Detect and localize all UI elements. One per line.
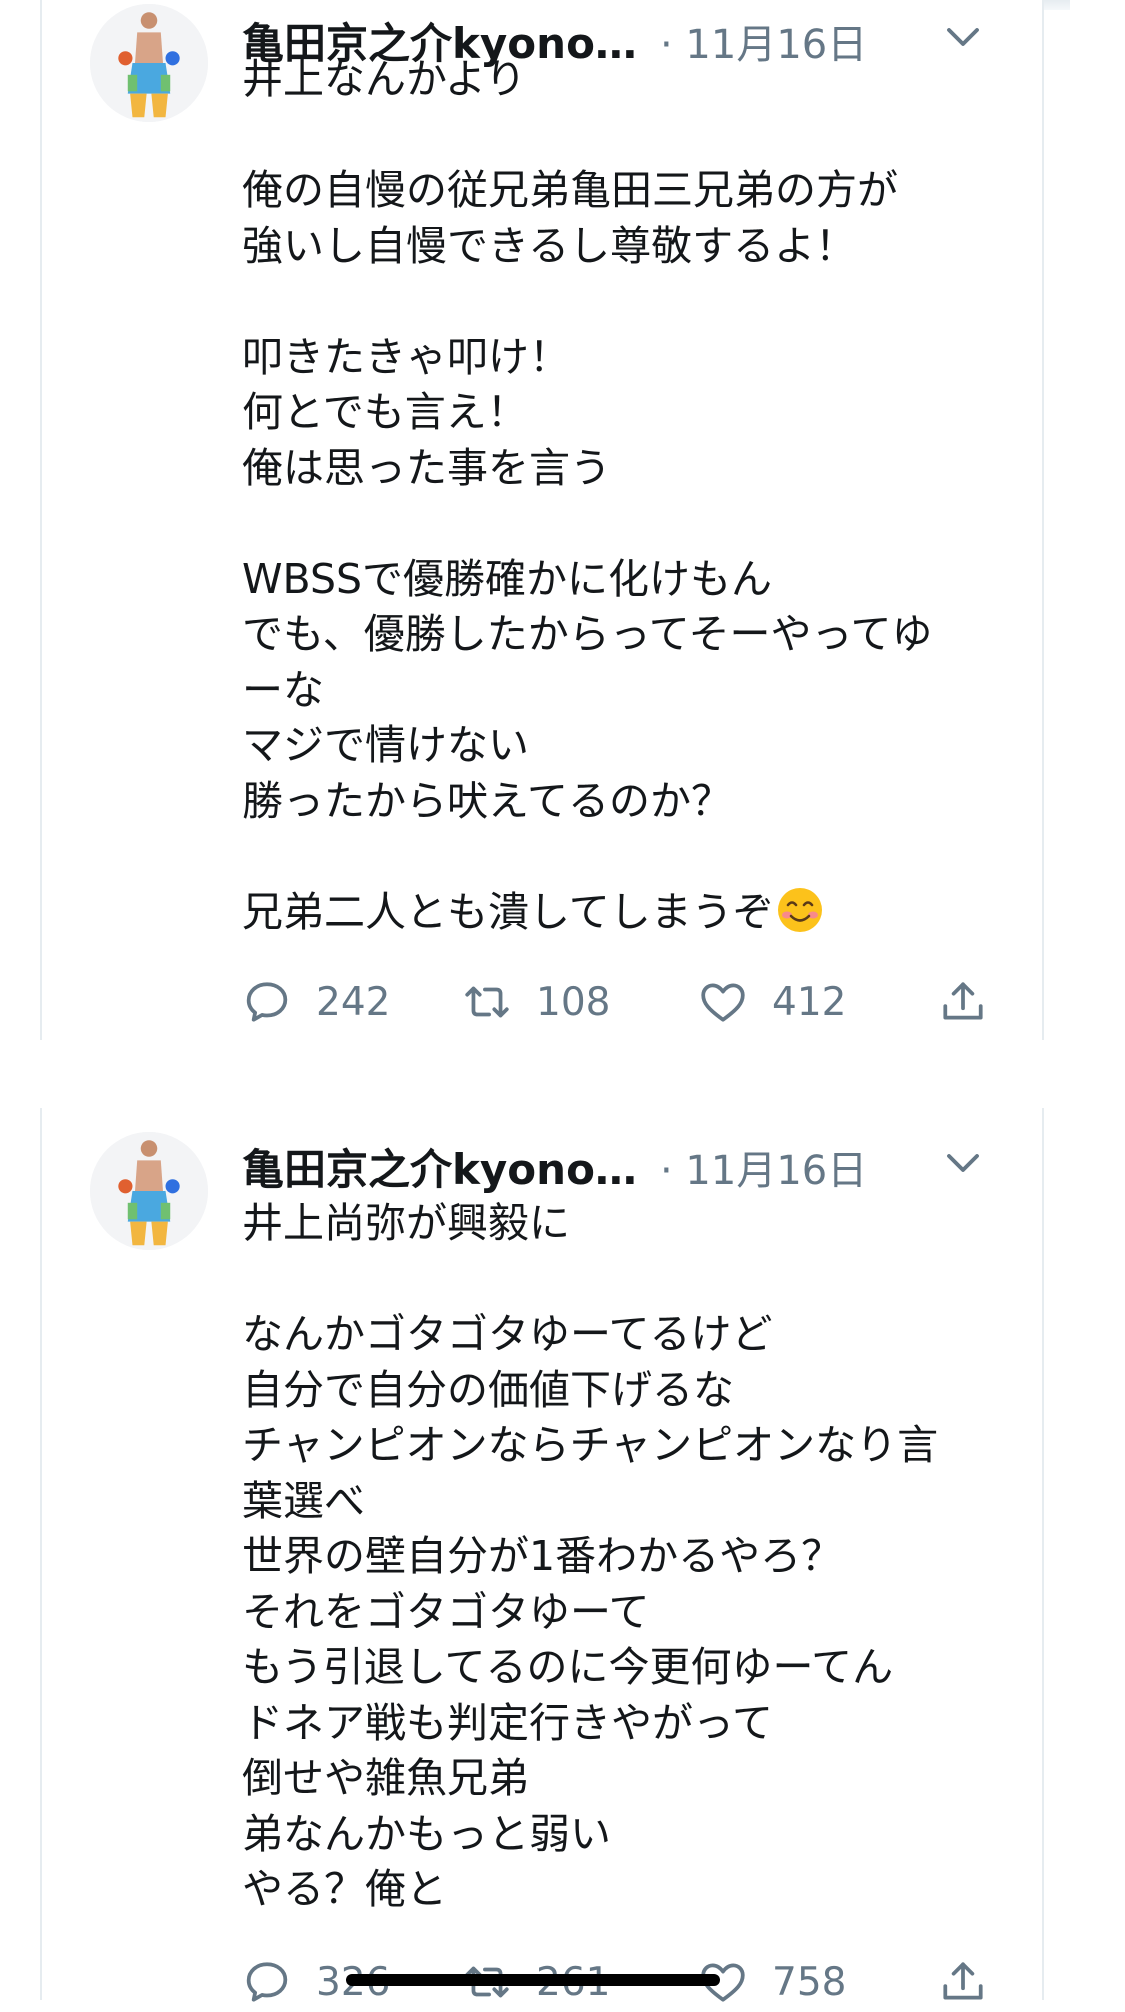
retweet-count: 108 [536, 979, 611, 1025]
heart-icon [701, 983, 745, 1022]
avatar[interactable] [90, 1132, 208, 1250]
chevron-down-icon[interactable] [942, 1142, 984, 1184]
like-count: 758 [772, 1959, 847, 2005]
home-indicator[interactable] [346, 1974, 720, 1986]
like-button[interactable]: 758 [698, 1952, 846, 2012]
reply-button[interactable]: 242 [242, 972, 390, 1032]
retweet-icon [465, 986, 509, 1018]
like-count: 412 [772, 979, 847, 1025]
tweet-text-content: 井上なんかより 俺の自慢の従兄弟亀田三兄弟の方が 強いし自慢できるし尊敬するよ！… [242, 55, 933, 936]
share-icon [943, 982, 983, 1020]
tweet-date[interactable]: · 11月16日 [660, 1138, 867, 1196]
reply-count: 242 [316, 979, 391, 1025]
share-button[interactable] [938, 1952, 988, 2012]
tweet-card[interactable]: 亀田京之介kyono… · 11月16日 井上尚弥が興毅に なんかゴタゴタゆーて… [40, 1108, 1044, 2005]
retweet-button[interactable]: 108 [462, 972, 610, 1032]
tweet-text: 井上なんかより 俺の自慢の従兄弟亀田三兄弟の方が 強いし自慢できるし尊敬するよ！… [242, 52, 1042, 940]
reply-icon [246, 982, 288, 1022]
smiling-face-icon [776, 886, 824, 934]
display-name[interactable]: 亀田京之介kyono… [242, 1136, 637, 1197]
avatar[interactable] [90, 4, 208, 122]
tweet-header: 亀田京之介kyono… · 11月16日 [242, 1136, 1002, 1196]
tweet-text: 井上尚弥が興毅に なんかゴタゴタゆーてるけど 自分で自分の価値下げるな チャンピ… [242, 1199, 939, 1913]
tweet-card[interactable]: 亀田京之介kyono… · 11月16日 井上なんかより 俺の自慢の従兄弟亀田三… [40, 0, 1044, 1040]
like-button[interactable]: 412 [698, 972, 846, 1032]
share-button[interactable] [938, 972, 988, 1032]
tweet-actions: 242 108 412 [242, 972, 1022, 1032]
